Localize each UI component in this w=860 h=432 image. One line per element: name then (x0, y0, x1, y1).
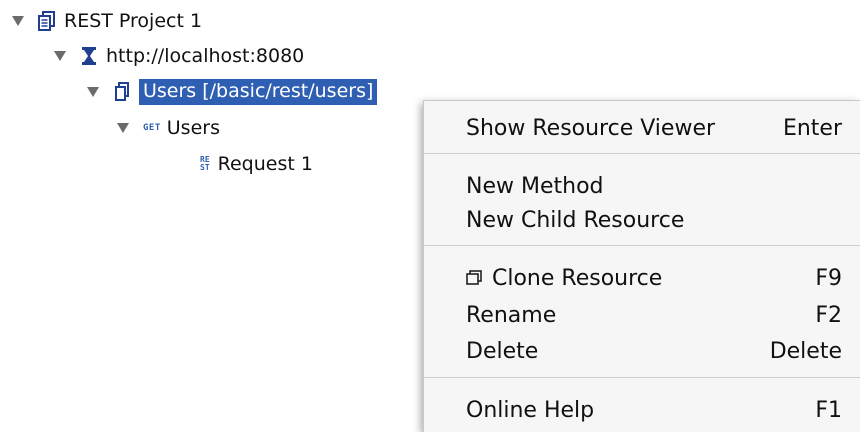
menu-separator (424, 153, 860, 154)
menu-item-shortcut: F2 (815, 302, 842, 328)
menu-item-online-help[interactable]: Online Help F1 (466, 393, 842, 427)
expand-toggle-icon[interactable] (54, 51, 66, 61)
menu-item-shortcut: Delete (769, 338, 842, 364)
tree-item-project[interactable]: REST Project 1 (12, 6, 202, 36)
tree-item-request[interactable]: RE ST Request 1 (200, 149, 313, 179)
menu-item-shortcut: F1 (815, 397, 842, 423)
menu-item-label: New Child Resource (466, 207, 685, 233)
project-icon (38, 11, 56, 31)
rest-request-icon: RE ST (200, 156, 210, 172)
expand-toggle-icon[interactable] (12, 16, 24, 26)
menu-item-label: New Method (466, 173, 604, 199)
menu-item-clone-resource[interactable]: Clone Resource F9 (466, 261, 842, 295)
tree-item-label-selected: Users [/basic/rest/users] (139, 79, 378, 105)
tree-item-service[interactable]: http://localhost:8080 (54, 41, 304, 71)
resource-icon (113, 82, 131, 102)
tree-item-method[interactable]: GET Users (117, 113, 220, 143)
clone-icon (466, 270, 482, 286)
interface-icon (80, 46, 98, 66)
menu-item-new-child-resource[interactable]: New Child Resource (466, 203, 842, 237)
rest-badge-bottom: ST (200, 163, 210, 172)
tree-item-label: Request 1 (217, 153, 313, 175)
workspace: REST Project 1 http://localhost:8080 Use… (0, 0, 860, 432)
tree-item-label: Users (166, 117, 220, 139)
tree-item-resource[interactable]: Users [/basic/rest/users] (87, 77, 378, 107)
menu-item-label: Clone Resource (492, 265, 663, 291)
menu-item-rename[interactable]: Rename F2 (466, 298, 842, 332)
menu-item-label: Delete (466, 338, 539, 364)
menu-item-label: Online Help (466, 397, 595, 423)
tree-item-label: REST Project 1 (64, 10, 203, 32)
menu-item-label: Rename (466, 302, 557, 328)
menu-item-label: Show Resource Viewer (466, 115, 716, 141)
get-method-icon: GET (143, 123, 161, 133)
menu-item-shortcut: F9 (815, 265, 842, 291)
expand-toggle-icon[interactable] (87, 87, 99, 97)
menu-item-delete[interactable]: Delete Delete (466, 334, 842, 368)
tree-item-label: http://localhost:8080 (106, 45, 305, 67)
menu-separator (424, 245, 860, 246)
menu-item-show-resource-viewer[interactable]: Show Resource Viewer Enter (466, 111, 842, 145)
menu-item-shortcut: Enter (782, 115, 842, 141)
menu-separator (424, 377, 860, 378)
context-menu: Show Resource Viewer Enter New Method Ne… (423, 100, 860, 432)
expand-toggle-icon[interactable] (117, 123, 129, 133)
menu-item-new-method[interactable]: New Method (466, 169, 842, 203)
